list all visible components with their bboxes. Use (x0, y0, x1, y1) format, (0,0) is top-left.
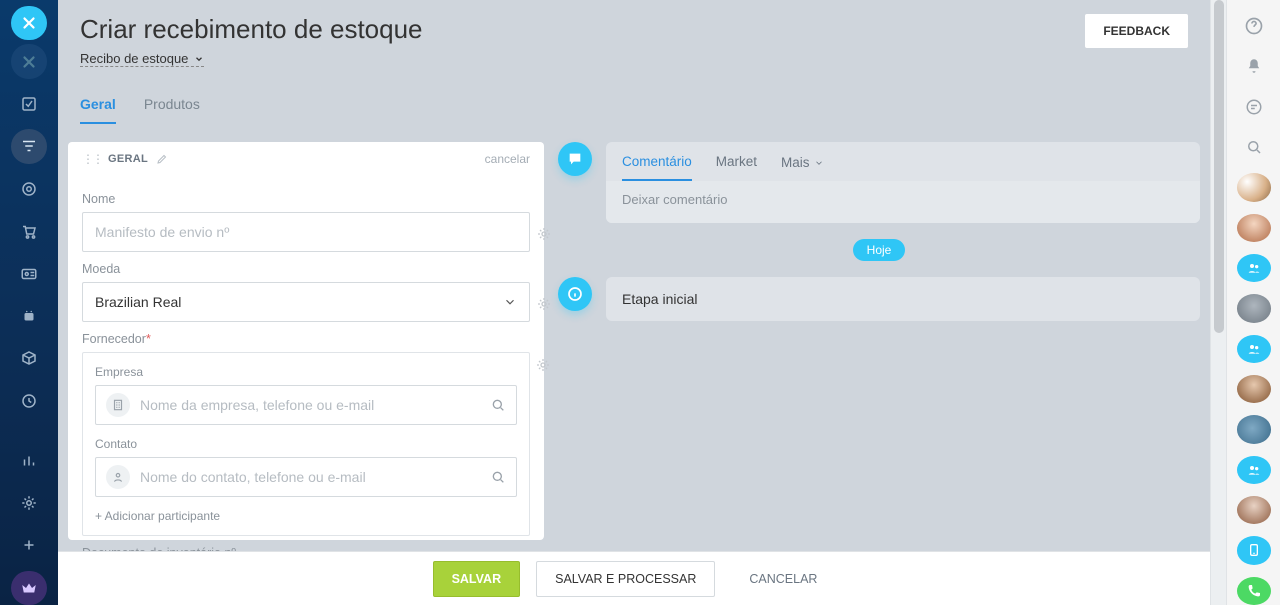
stage-label: Etapa inicial (622, 291, 698, 307)
supplier-gear-icon[interactable] (535, 357, 551, 373)
today-chip: Hoje (853, 239, 906, 261)
supplier-label: Fornecedor* (82, 332, 530, 346)
currency-select[interactable]: Brazilian Real (82, 282, 530, 322)
page-title: Criar recebimento de estoque (80, 14, 423, 45)
left-sidebar (0, 0, 58, 605)
muted-pill[interactable] (11, 44, 47, 78)
company-label: Empresa (95, 365, 517, 379)
scrollbar-thumb[interactable] (1214, 0, 1224, 333)
feedback-button[interactable]: FEEDBACK (1085, 14, 1188, 48)
currency-label: Moeda (82, 262, 530, 276)
page-header: Criar recebimento de estoque Recibo de e… (58, 0, 1210, 68)
device-icon[interactable] (1237, 536, 1271, 564)
currency-gear-icon[interactable] (536, 296, 552, 312)
clock-icon[interactable] (11, 384, 47, 418)
inventory-doc-label: Documento de inventário nº (82, 546, 530, 551)
group-icon-3[interactable] (1237, 456, 1271, 484)
name-gear-icon[interactable] (536, 226, 552, 242)
comment-placeholder: Deixar comentário (622, 192, 728, 207)
tab-products[interactable]: Produtos (144, 96, 200, 124)
currency-value: Brazilian Real (95, 294, 181, 310)
company-search[interactable] (95, 385, 517, 425)
save-process-button[interactable]: SALVAR E PROCESSAR (536, 561, 715, 597)
action-bar: SALVAR SALVAR E PROCESSAR CANCELAR (58, 551, 1210, 605)
android-icon[interactable] (11, 299, 47, 333)
close-pill[interactable] (11, 6, 47, 40)
settings-icon[interactable] (11, 486, 47, 520)
avatar-6[interactable] (1237, 496, 1271, 524)
bell-icon[interactable] (1237, 52, 1271, 80)
scrollbar[interactable] (1210, 0, 1226, 605)
search-icon[interactable] (490, 469, 506, 485)
form-card: ⋮⋮ GERAL cancelar Nome (68, 142, 544, 540)
name-input[interactable] (82, 212, 530, 252)
contact-input[interactable] (140, 458, 480, 496)
phone-icon[interactable] (1237, 577, 1271, 605)
drag-handle-icon[interactable]: ⋮⋮ (82, 152, 102, 166)
doc-type-dropdown[interactable]: Recibo de estoque (80, 51, 204, 67)
box-icon[interactable] (11, 341, 47, 375)
add-participant-link[interactable]: + Adicionar participante (95, 509, 517, 523)
analytics-icon[interactable] (11, 443, 47, 477)
avatar-3[interactable] (1237, 294, 1271, 322)
search-icon[interactable] (490, 397, 506, 413)
avatar-4[interactable] (1237, 375, 1271, 403)
main-area: Criar recebimento de estoque Recibo de e… (58, 0, 1210, 605)
company-input[interactable] (140, 386, 480, 424)
contact-search[interactable] (95, 457, 517, 497)
plus-icon[interactable] (11, 528, 47, 562)
crown-icon[interactable] (11, 571, 47, 605)
dashboard-icon[interactable] (11, 87, 47, 121)
search-icon[interactable] (1237, 133, 1271, 161)
person-icon (106, 465, 130, 489)
cancel-section-link[interactable]: cancelar (485, 152, 530, 166)
comment-input-area[interactable]: Deixar comentário (606, 181, 1200, 223)
save-button[interactable]: SALVAR (433, 561, 521, 597)
timeline-tab-market[interactable]: Market (716, 154, 757, 181)
avatar-2[interactable] (1237, 214, 1271, 242)
cart-icon[interactable] (11, 214, 47, 248)
group-icon[interactable] (1237, 254, 1271, 282)
name-label: Nome (82, 192, 530, 206)
messages-icon[interactable] (1237, 93, 1271, 121)
comment-bubble-icon (558, 142, 592, 176)
timeline: Comentário Market Mais Deixar comentário (558, 142, 1200, 540)
section-title: GERAL (108, 153, 148, 165)
group-icon-2[interactable] (1237, 335, 1271, 363)
target-icon[interactable] (11, 172, 47, 206)
help-icon[interactable] (1237, 12, 1271, 40)
timeline-tab-more[interactable]: Mais (781, 154, 824, 181)
filter-icon[interactable] (11, 129, 47, 163)
page-tabs: Geral Produtos (58, 68, 1210, 124)
supplier-box: Empresa Contato (82, 352, 530, 536)
building-icon (106, 393, 130, 417)
avatar-1[interactable] (1237, 173, 1271, 201)
info-bubble-icon (558, 277, 592, 311)
cancel-button[interactable]: CANCELAR (731, 561, 835, 597)
tab-general[interactable]: Geral (80, 96, 116, 124)
edit-section-icon[interactable] (156, 153, 168, 165)
id-card-icon[interactable] (11, 256, 47, 290)
comment-card: Comentário Market Mais Deixar comentário (606, 142, 1200, 223)
avatar-5[interactable] (1237, 415, 1271, 443)
doc-type-label: Recibo de estoque (80, 51, 188, 66)
right-sidebar (1226, 0, 1280, 605)
contact-label: Contato (95, 437, 517, 451)
stage-card: Etapa inicial (606, 277, 1200, 321)
timeline-tab-comment[interactable]: Comentário (622, 154, 692, 181)
